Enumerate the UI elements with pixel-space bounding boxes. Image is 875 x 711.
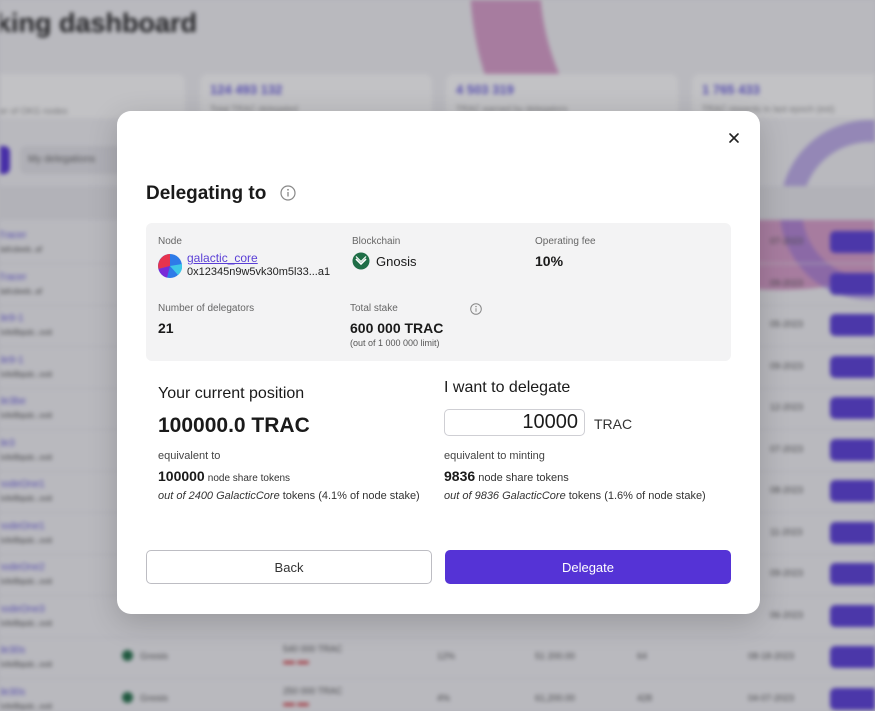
- node-avatar-icon: [158, 254, 183, 278]
- delegate-tokens-label: node share tokens: [478, 472, 569, 484]
- delegate-button[interactable]: Delegate: [445, 550, 731, 584]
- current-equiv-label: equivalent to: [158, 450, 221, 462]
- delegate-amount-input[interactable]: [444, 409, 585, 436]
- blockchain-name: Gnosis: [376, 254, 417, 269]
- total-stake-info-icon[interactable]: [470, 302, 482, 315]
- current-tokens-label: node share tokens: [207, 473, 291, 484]
- close-icon[interactable]: [724, 128, 744, 148]
- modal-title: Delegating to: [146, 183, 267, 204]
- current-position-value: 100000.0 TRAC: [158, 414, 310, 437]
- delegate-button-label: Delegate: [561, 559, 615, 575]
- node-name-link[interactable]: galactic_core: [187, 251, 258, 265]
- delegate-share-tokens: 9836 node share tokens: [444, 468, 569, 484]
- delegate-modal: Delegating to Node galactic_core 0x12345…: [117, 111, 760, 614]
- total-stake-limit: (out of 1 000 000 limit): [350, 338, 440, 348]
- blockchain-label: Blockchain: [352, 236, 401, 247]
- delegate-heading: I want to delegate: [444, 379, 571, 396]
- current-outof: out of 2400 GalacticCore tokens (4.1% of…: [158, 490, 420, 502]
- current-share-tokens: 100000 node share tokens: [158, 468, 290, 484]
- total-stake-label: Total stake: [350, 303, 398, 314]
- delegate-outof: out of 9836 GalacticCore tokens (1.6% of…: [444, 490, 706, 502]
- delegate-unit: TRAC: [594, 416, 633, 432]
- node-address: 0x12345n9w5vk30m5l33...a1: [187, 266, 331, 278]
- current-outof-prefix: out of 2400 GalacticCore: [158, 490, 280, 502]
- current-outof-suffix: tokens (4.1% of node stake): [282, 490, 420, 502]
- current-position-heading: Your current position: [158, 385, 305, 402]
- delegate-outof-suffix: tokens (1.6% of node stake): [568, 490, 706, 502]
- operating-fee-value: 10%: [535, 253, 564, 269]
- delegate-outof-prefix: out of 9836 GalacticCore: [444, 490, 566, 502]
- delegators-label: Number of delegators: [158, 303, 255, 314]
- info-icon[interactable]: [280, 185, 296, 201]
- delegate-tokens-value: 9836: [444, 468, 476, 484]
- current-tokens-value: 100000: [158, 468, 205, 484]
- node-info-panel: Node galactic_core 0x12345n9w5vk30m5l33.…: [146, 223, 731, 361]
- gnosis-icon: [352, 252, 370, 270]
- total-stake-value: 600 000 TRAC: [350, 320, 444, 336]
- delegate-equiv-label: equivalent to minting: [444, 450, 545, 462]
- node-label: Node: [158, 236, 182, 247]
- back-button[interactable]: Back: [146, 550, 432, 584]
- back-button-label: Back: [274, 559, 304, 575]
- delegators-value: 21: [158, 320, 174, 336]
- operating-fee-label: Operating fee: [535, 236, 596, 247]
